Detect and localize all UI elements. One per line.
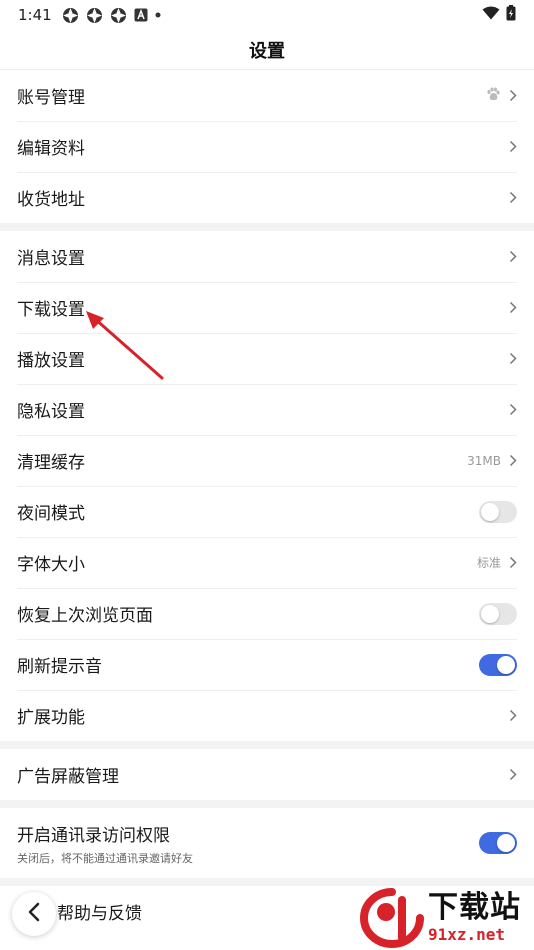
settings-item-label: 收货地址 <box>17 190 85 210</box>
settings-item-night-mode: 夜间模式 <box>0 486 534 537</box>
status-right <box>482 5 516 25</box>
chevron-left-icon <box>28 902 40 926</box>
settings-item-privacy[interactable]: 隐私设置 <box>0 384 534 435</box>
toggle-knob <box>481 604 499 623</box>
row-right <box>509 352 517 365</box>
settings-item-label: 扩展功能 <box>17 708 85 728</box>
row-text-stack: 开启通讯录访问权限 关闭后，将不能通过通讯录邀请好友 <box>17 821 193 866</box>
settings-item-account[interactable]: 账号管理 <box>0 70 534 121</box>
row-right <box>509 140 517 153</box>
battery-charging-icon <box>506 5 516 25</box>
watermark-url: 91xz.net <box>428 925 506 944</box>
row-right <box>509 250 517 263</box>
settings-item-profile[interactable]: 编辑资料 <box>0 121 534 172</box>
settings-item-label: 广告屏蔽管理 <box>17 767 119 787</box>
chevron-right-icon <box>509 89 517 102</box>
section-divider <box>0 878 534 886</box>
row-right: 31MB <box>467 454 517 468</box>
row-right <box>509 709 517 722</box>
refresh-sound-toggle[interactable] <box>479 653 517 676</box>
settings-item-label: 账号管理 <box>17 88 85 108</box>
watermark: 下载站 91xz.net <box>358 886 534 950</box>
settings-item-label: 夜间模式 <box>17 504 85 524</box>
settings-item-refresh-sound: 刷新提示音 <box>0 639 534 690</box>
page-title: 设置 <box>249 40 285 62</box>
status-bar: 1:41 <box>0 0 534 30</box>
settings-item-label: 清理缓存 <box>17 453 85 473</box>
chevron-right-icon <box>509 250 517 263</box>
watermark-text: 下载站 91xz.net <box>428 891 521 945</box>
restore-page-toggle[interactable] <box>479 602 517 625</box>
section-divider <box>0 800 534 808</box>
contacts-access-toggle[interactable] <box>479 832 517 854</box>
settings-item-extensions[interactable]: 扩展功能 <box>0 690 534 741</box>
settings-item-subtitle: 关闭后，将不能通过通讯录邀请好友 <box>17 851 193 865</box>
section-divider <box>0 741 534 749</box>
more-notifications-dot-icon <box>155 12 161 18</box>
app-notification-icon <box>110 7 127 24</box>
settings-item-label: 刷新提示音 <box>17 657 102 677</box>
row-right <box>479 602 517 625</box>
watermark-title: 下载站 <box>428 890 521 925</box>
row-right <box>479 500 517 523</box>
toggle-knob <box>497 655 515 674</box>
settings-item-restore-page: 恢复上次浏览页面 <box>0 588 534 639</box>
chevron-right-icon <box>509 301 517 314</box>
settings-item-contacts: 开启通讯录访问权限 关闭后，将不能通过通讯录邀请好友 <box>0 808 534 878</box>
toggle-knob <box>481 502 499 521</box>
row-right <box>509 191 517 204</box>
red-arrow-annotation-icon <box>86 311 164 380</box>
settings-item-adblock[interactable]: 广告屏蔽管理 <box>0 749 534 800</box>
settings-item-label: 开启通讯录访问权限 <box>17 825 170 846</box>
row-right <box>509 403 517 416</box>
notification-icons <box>62 7 161 24</box>
row-right <box>479 653 517 676</box>
paw-icon <box>485 86 501 105</box>
settings-item-message[interactable]: 消息设置 <box>0 231 534 282</box>
chevron-right-icon <box>509 403 517 416</box>
settings-item-label: 编辑资料 <box>17 139 85 159</box>
chevron-right-icon <box>509 191 517 204</box>
font-size-value: 标准 <box>476 556 501 570</box>
chevron-right-icon <box>509 352 517 365</box>
font-app-icon <box>134 8 148 22</box>
page-header: 设置 <box>0 30 534 70</box>
status-time: 1:41 <box>18 6 52 24</box>
back-button[interactable] <box>12 892 56 936</box>
settings-list: 账号管理 编辑资料 收货地址 消息设置 下载设置 播放设置 隐私设置 清理缓存 … <box>0 70 534 937</box>
site-logo-icon <box>359 888 424 949</box>
chevron-right-icon <box>509 709 517 722</box>
chevron-right-icon <box>509 454 517 467</box>
chevron-right-icon <box>509 768 517 781</box>
settings-item-label: 下载设置 <box>17 300 85 320</box>
settings-item-label: 消息设置 <box>17 249 85 269</box>
settings-item-label: 播放设置 <box>17 351 85 371</box>
toggle-knob <box>497 834 515 852</box>
row-right: 标准 <box>477 554 517 571</box>
section-divider <box>0 223 534 231</box>
row-right <box>509 301 517 314</box>
row-right <box>485 86 517 105</box>
app-notification-icon <box>62 7 79 24</box>
settings-item-cache[interactable]: 清理缓存 31MB <box>0 435 534 486</box>
settings-item-label: 隐私设置 <box>17 402 85 422</box>
settings-item-label: 恢复上次浏览页面 <box>17 606 153 626</box>
cache-size-value: 31MB <box>467 453 501 468</box>
wifi-icon <box>482 6 500 24</box>
settings-item-address[interactable]: 收货地址 <box>0 172 534 223</box>
row-right <box>479 832 517 854</box>
chevron-right-icon <box>509 556 517 569</box>
settings-item-font-size[interactable]: 字体大小 标准 <box>0 537 534 588</box>
row-right <box>509 768 517 781</box>
night-mode-toggle[interactable] <box>479 500 517 523</box>
settings-item-label: 字体大小 <box>17 555 85 575</box>
app-notification-icon <box>86 7 103 24</box>
chevron-right-icon <box>509 140 517 153</box>
